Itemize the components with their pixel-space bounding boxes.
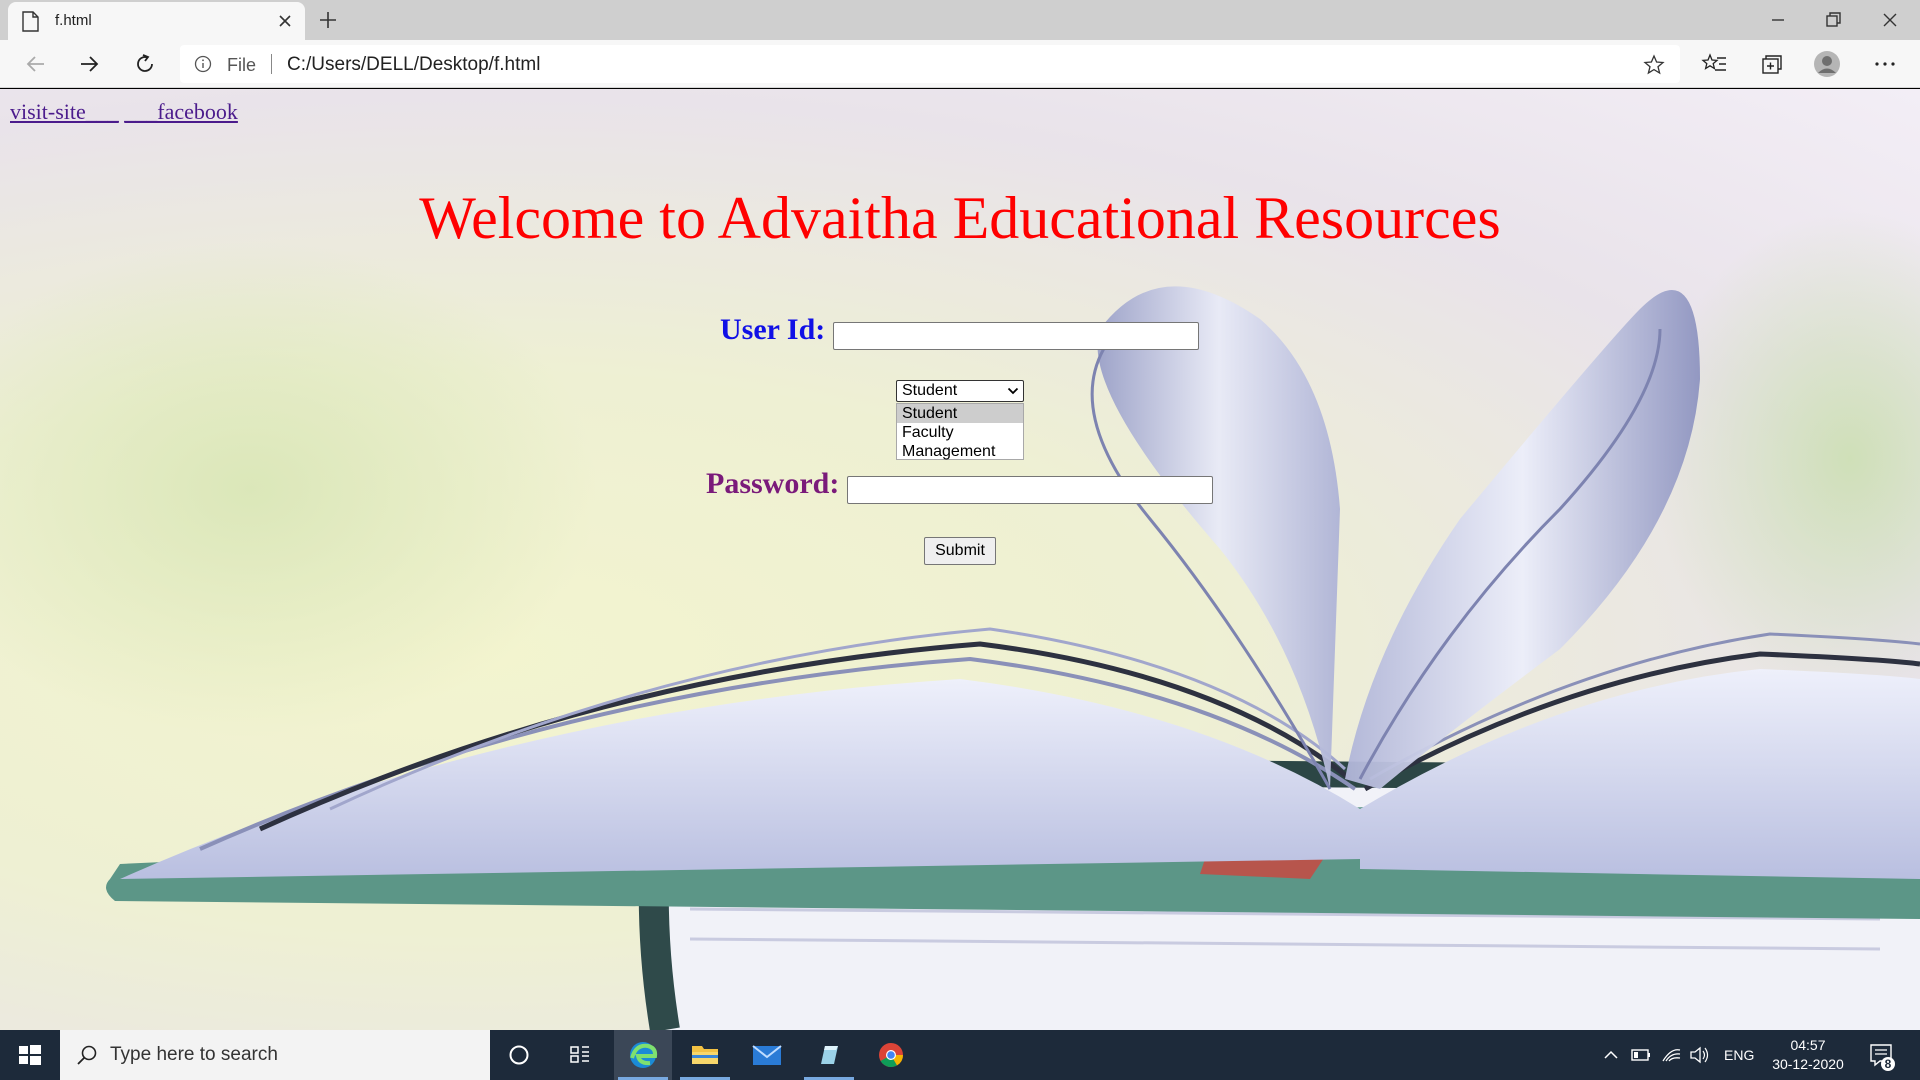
- document-icon: [22, 11, 39, 32]
- chrome-icon: [879, 1043, 903, 1068]
- taskbar-chrome-app[interactable]: [862, 1030, 920, 1080]
- forward-arrow-icon[interactable]: [75, 50, 103, 78]
- task-view-button[interactable]: [551, 1030, 609, 1080]
- userid-input[interactable]: [833, 322, 1199, 350]
- browser-tab-strip: f.html: [0, 0, 1920, 40]
- role-select[interactable]: Student: [896, 380, 1024, 402]
- facebook-link[interactable]: ___facebook: [124, 99, 238, 124]
- taskbar-file-explorer-app[interactable]: [676, 1030, 734, 1080]
- taskbar-search-placeholder: Type here to search: [110, 1044, 278, 1065]
- browser-toolbar: File C:/Users/DELL/Desktop/f.html: [0, 40, 1920, 88]
- url-scheme-label: File: [227, 55, 257, 75]
- close-tab-icon[interactable]: [275, 11, 295, 31]
- folder-icon: [692, 1046, 718, 1064]
- userid-label: User Id:: [720, 313, 826, 346]
- input-language-indicator[interactable]: ENG: [1724, 1030, 1754, 1080]
- task-view-icon: [570, 1046, 589, 1063]
- cortana-circle-icon: [509, 1045, 529, 1065]
- favorite-star-icon[interactable]: [1642, 53, 1666, 77]
- edge-browser-icon: [630, 1042, 658, 1068]
- role-select-value: Student: [902, 382, 958, 399]
- role-option-student[interactable]: Student: [897, 404, 1023, 423]
- minimize-icon[interactable]: [1766, 8, 1790, 32]
- page-title: Welcome to Advaitha Educational Resource…: [419, 185, 1501, 251]
- password-input[interactable]: [847, 476, 1213, 504]
- submit-button[interactable]: Submit: [924, 537, 996, 565]
- taskbar-edge-app[interactable]: [614, 1030, 672, 1080]
- address-bar[interactable]: File C:/Users/DELL/Desktop/f.html: [180, 45, 1680, 83]
- notifications-icon[interactable]: [1866, 1030, 1896, 1080]
- wifi-icon[interactable]: [1660, 1030, 1682, 1080]
- role-option-management[interactable]: Management: [897, 442, 1023, 461]
- omnibox-divider: [271, 54, 272, 74]
- top-links: visit-site___ ___facebook: [10, 99, 238, 125]
- role-option-faculty[interactable]: Faculty: [897, 423, 1023, 442]
- notification-count-badge: 8: [1884, 1057, 1892, 1071]
- chevron-down-icon: [1007, 387, 1019, 395]
- more-options-icon[interactable]: [1871, 50, 1899, 78]
- password-label: Password:: [706, 467, 840, 500]
- collections-icon[interactable]: [1757, 50, 1785, 78]
- taskbar-mail-app[interactable]: [738, 1030, 796, 1080]
- notepad-icon: [821, 1046, 838, 1064]
- taskbar-notes-app[interactable]: [800, 1030, 858, 1080]
- close-window-icon[interactable]: [1878, 8, 1902, 32]
- windows-taskbar: Type here to search ENG 04:57 30-12-2020…: [0, 1030, 1920, 1080]
- back-arrow-icon[interactable]: [22, 50, 50, 78]
- role-dropdown-list: Student Faculty Management: [896, 403, 1024, 460]
- url-text[interactable]: C:/Users/DELL/Desktop/f.html: [287, 54, 540, 76]
- taskbar-search-box[interactable]: Type here to search: [60, 1030, 490, 1080]
- profile-avatar-icon[interactable]: [1813, 50, 1841, 78]
- search-icon: [77, 1045, 97, 1065]
- taskbar-clock[interactable]: 04:57 30-12-2020: [1768, 1036, 1848, 1074]
- windows-start-icon[interactable]: [0, 1030, 60, 1080]
- clock-time: 04:57: [1790, 1037, 1826, 1053]
- show-hidden-icons-chevron-icon[interactable]: [1600, 1030, 1622, 1080]
- battery-icon[interactable]: [1630, 1030, 1652, 1080]
- favorites-icon[interactable]: [1701, 50, 1729, 78]
- browser-tab[interactable]: f.html: [8, 2, 305, 40]
- info-icon[interactable]: [194, 55, 212, 73]
- refresh-icon[interactable]: [131, 50, 159, 78]
- tab-title: f.html: [55, 12, 92, 29]
- restore-icon[interactable]: [1821, 8, 1845, 32]
- new-tab-icon[interactable]: [316, 8, 340, 32]
- volume-icon[interactable]: [1688, 1030, 1712, 1080]
- mail-icon: [752, 1045, 782, 1065]
- clock-date: 30-12-2020: [1772, 1056, 1844, 1072]
- page-content: visit-site___ ___facebook Welcome to Adv…: [0, 89, 1920, 1030]
- visit-site-link[interactable]: visit-site___: [10, 99, 119, 124]
- cortana-button[interactable]: [490, 1030, 548, 1080]
